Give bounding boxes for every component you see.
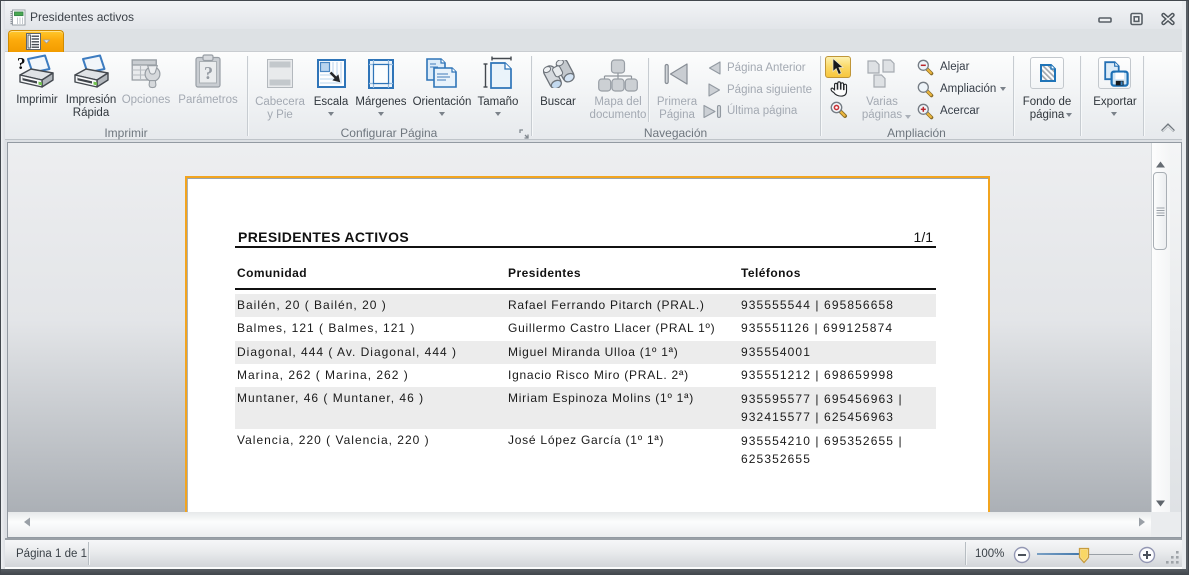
svg-text:?: ? xyxy=(17,54,26,73)
svg-text:?: ? xyxy=(204,63,213,83)
